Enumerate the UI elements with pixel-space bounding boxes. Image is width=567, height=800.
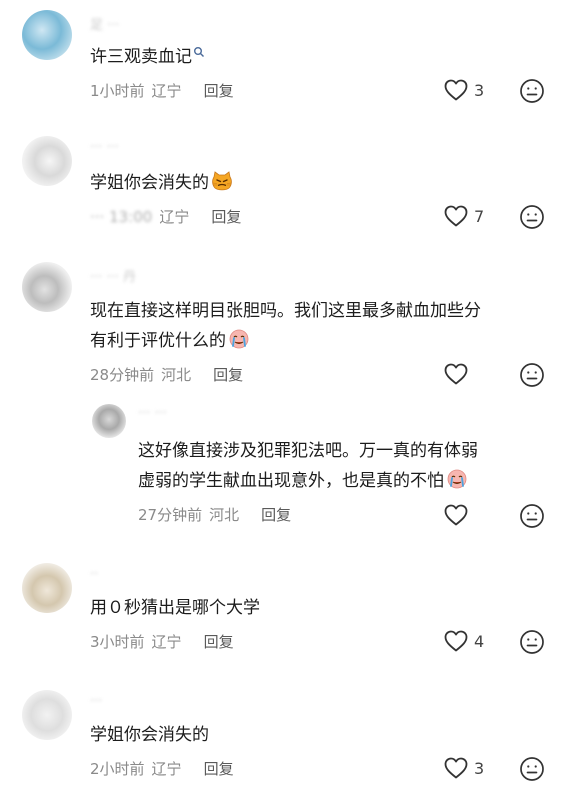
region: 河北 [209,506,240,524]
comment-text: 现在直接这样明目张胆吗。我们这里最多献血加些分 有利于评优什么的 [90,296,481,356]
comment-text-line: 有利于评优什么的 [90,331,226,351]
avatar[interactable] [22,563,72,613]
timestamp: 1小时前 [90,82,145,100]
like-button[interactable]: 4 [443,629,503,657]
like-button[interactable] [443,362,503,390]
comment-item: ··· ··· 丹 现在直接这样明目张胆吗。我们这里最多献血加些分 有利于评优什… [0,252,567,392]
comment-text-line: 虚弱的学生献血出现意外，也是真的不怕 [138,471,444,491]
username[interactable]: ··· ··· 丹 [90,266,136,285]
like-button[interactable]: 3 [443,78,503,106]
comment-text: 学姐你会消失的 [90,168,233,198]
heart-outline-icon [444,757,468,779]
comment-meta: 2小时前 辽宁 回复 [90,758,234,779]
like-count: 3 [474,759,485,778]
comment-meta: 28分钟前 河北 回复 [90,364,243,385]
comment-text-line: 这好像直接涉及犯罪犯法吧。万一真的有体弱 [138,441,478,461]
timestamp: 3小时前 [90,633,145,651]
crying-face-emoji [229,329,249,349]
username[interactable]: ··· ··· [138,406,167,421]
comment-text: 用０秒猜出是哪个大学 [90,593,260,623]
username[interactable]: ··· ··· [90,140,119,155]
avatar[interactable] [22,690,72,740]
region: 辽宁 [151,82,182,100]
neutral-face-icon[interactable] [519,503,545,529]
comment-item: ·· 用０秒猜出是哪个大学 3小时前 辽宁 回复 4 [0,555,567,681]
neutral-face-icon[interactable] [519,362,545,388]
timestamp: 28分钟前 [90,366,155,384]
like-button[interactable]: 3 [443,756,503,784]
neutral-face-icon[interactable] [519,78,545,104]
reply-button[interactable]: 回复 [261,506,291,524]
avatar[interactable] [22,262,72,312]
like-count: 3 [474,81,485,100]
heart-outline-icon [444,363,468,385]
heart-outline-icon [444,504,468,526]
comment-text: 这好像直接涉及犯罪犯法吧。万一真的有体弱 虚弱的学生献血出现意外，也是真的不怕 [138,436,478,496]
comment-item: 足 ··· 许三观卖血记 1小时前 辽宁 回复 3 [0,0,567,126]
avatar[interactable] [22,10,72,60]
neutral-face-icon[interactable] [519,756,545,782]
reply-button[interactable]: 回复 [211,208,241,226]
region: 河北 [161,366,192,384]
timestamp: 27分钟前 [138,506,203,524]
search-icon[interactable] [193,46,205,58]
comment-text-line: 用０秒猜出是哪个大学 [90,598,260,618]
neutral-face-icon[interactable] [519,204,545,230]
heart-outline-icon [444,630,468,652]
region: 辽宁 [151,633,182,651]
neutral-face-icon[interactable] [519,629,545,655]
reply-item: ··· ··· 这好像直接涉及犯罪犯法吧。万一真的有体弱 虚弱的学生献血出现意外… [0,392,567,542]
comment-text: 许三观卖血记 [90,42,205,72]
like-button[interactable] [443,503,503,531]
region: 辽宁 [159,208,190,226]
timestamp: ··· 13:00 [90,208,153,226]
comment-meta: 3小时前 辽宁 回复 [90,631,234,652]
comment-meta: 1小时前 辽宁 回复 [90,80,234,101]
comment-text: 学姐你会消失的 [90,720,209,750]
comment-item: ··· 学姐你会消失的 2小时前 辽宁 回复 3 [0,682,567,800]
crying-face-emoji [447,469,467,489]
avatar[interactable] [92,404,126,438]
reply-button[interactable]: 回复 [204,760,234,778]
username[interactable]: ··· [90,694,102,709]
comment-text-line: 学姐你会消失的 [90,725,209,745]
reply-button[interactable]: 回复 [204,82,234,100]
comment-meta: ··· 13:00 辽宁 回复 [90,206,241,227]
angry-cat-emoji [212,171,232,191]
region: 辽宁 [151,760,182,778]
username[interactable]: ·· [90,567,98,582]
heart-outline-icon [444,79,468,101]
avatar[interactable] [22,136,72,186]
reply-button[interactable]: 回复 [213,366,243,384]
timestamp: 2小时前 [90,760,145,778]
comment-item: ··· ··· 学姐你会消失的 ··· 13:00 辽宁 回复 7 [0,126,567,252]
reply-button[interactable]: 回复 [204,633,234,651]
comment-text-line: 现在直接这样明目张胆吗。我们这里最多献血加些分 [90,301,481,321]
like-count: 4 [474,632,485,651]
comment-meta: 27分钟前 河北 回复 [138,504,291,525]
like-count: 7 [474,207,485,226]
like-button[interactable]: 7 [443,204,503,232]
username[interactable]: 足 ··· [90,14,120,33]
comment-text-line: 学姐你会消失的 [90,173,209,193]
heart-outline-icon [444,205,468,227]
comment-text-line: 许三观卖血记 [90,47,192,67]
